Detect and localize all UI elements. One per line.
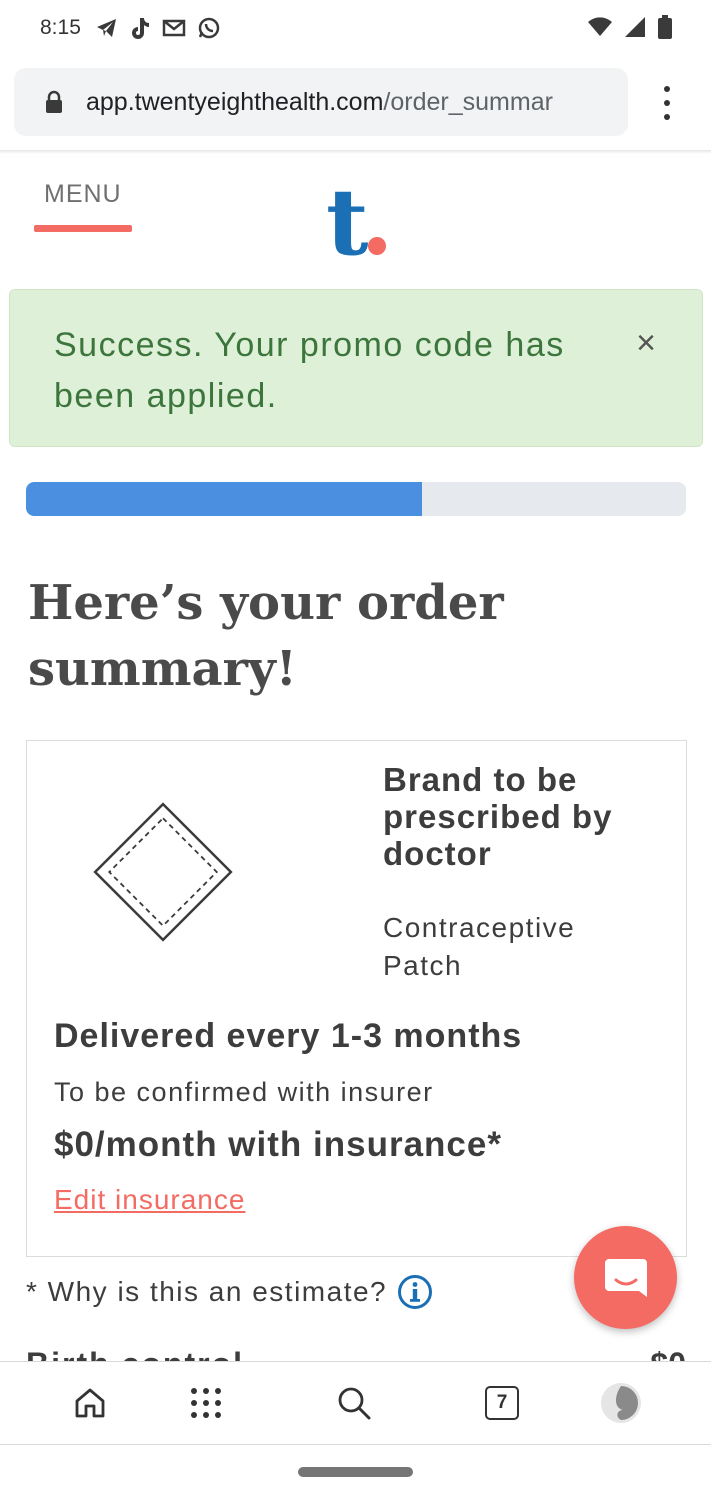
menu-underline xyxy=(34,225,132,232)
order-card: Brand to be prescribed by doctor Contrac… xyxy=(26,740,687,1257)
status-bar: 8:15 xyxy=(0,0,711,56)
delivery-frequency: Delivered every 1-3 months xyxy=(54,1017,523,1055)
logo-dot xyxy=(368,237,386,255)
apps-icon xyxy=(191,1388,221,1418)
progress-fill xyxy=(26,482,422,516)
url-host: app.twentyeighthealth.com xyxy=(86,87,384,116)
logo-letter: t xyxy=(326,168,369,268)
gesture-bar[interactable] xyxy=(298,1467,413,1477)
signal-icon xyxy=(625,17,645,37)
estimate-text: * Why is this an estimate? xyxy=(26,1276,388,1307)
edit-insurance-link[interactable]: Edit insurance xyxy=(54,1184,245,1216)
telegram-icon xyxy=(96,19,116,37)
toolbar-shadow xyxy=(0,150,711,154)
lock-icon xyxy=(46,90,62,113)
battery-icon xyxy=(658,15,672,39)
insurer-note: To be confirmed with insurer xyxy=(54,1077,434,1107)
url-path: /order_summar xyxy=(383,87,553,116)
brand-logo[interactable]: t xyxy=(326,168,396,268)
tiktok-icon xyxy=(131,18,149,39)
page-title: Here’s your order summary! xyxy=(28,575,504,697)
home-icon xyxy=(75,1388,105,1418)
summary-value: $0 xyxy=(650,1346,686,1362)
alert-message: Success. Your promo code has been applie… xyxy=(54,326,565,415)
url-text[interactable]: app.twentyeighthealth.com/order_summar xyxy=(86,88,553,117)
status-time: 8:15 xyxy=(40,16,81,39)
summary-row: Birth control $0 xyxy=(26,1340,686,1362)
menu-button[interactable]: MENU xyxy=(44,180,122,209)
chat-icon xyxy=(604,1258,647,1297)
search-icon xyxy=(338,1387,371,1420)
promo-success-alert: Success. Your promo code has been applie… xyxy=(9,289,703,447)
tabs-button[interactable]: 7 xyxy=(481,1382,523,1424)
profile-button[interactable] xyxy=(600,1382,642,1424)
profile-icon xyxy=(601,1383,641,1423)
whatsapp-icon xyxy=(198,17,220,39)
progress-bar xyxy=(26,482,686,516)
search-button[interactable] xyxy=(333,1382,375,1424)
summary-label: Birth control xyxy=(26,1346,244,1362)
chat-button[interactable] xyxy=(574,1226,677,1329)
wifi-icon xyxy=(588,17,612,36)
more-options-icon[interactable] xyxy=(661,86,673,120)
info-icon[interactable] xyxy=(397,1274,433,1310)
notification-icons xyxy=(95,16,221,40)
home-button[interactable] xyxy=(69,1382,111,1424)
product-type: Contraceptive Patch xyxy=(383,912,576,981)
system-icons xyxy=(587,14,673,40)
gmail-icon xyxy=(162,19,186,37)
patch-icon xyxy=(93,802,233,942)
estimate-note: * Why is this an estimate? xyxy=(26,1274,433,1310)
close-icon[interactable]: × xyxy=(636,324,656,363)
brand-name: Brand to be prescribed by doctor xyxy=(383,761,613,872)
apps-button[interactable] xyxy=(185,1382,227,1424)
bottom-navigation: 7 xyxy=(0,1361,711,1445)
price: $0/month with insurance* xyxy=(54,1125,502,1164)
tabs-icon: 7 xyxy=(485,1386,519,1420)
address-bar[interactable]: app.twentyeighthealth.com/order_summar xyxy=(14,68,628,136)
